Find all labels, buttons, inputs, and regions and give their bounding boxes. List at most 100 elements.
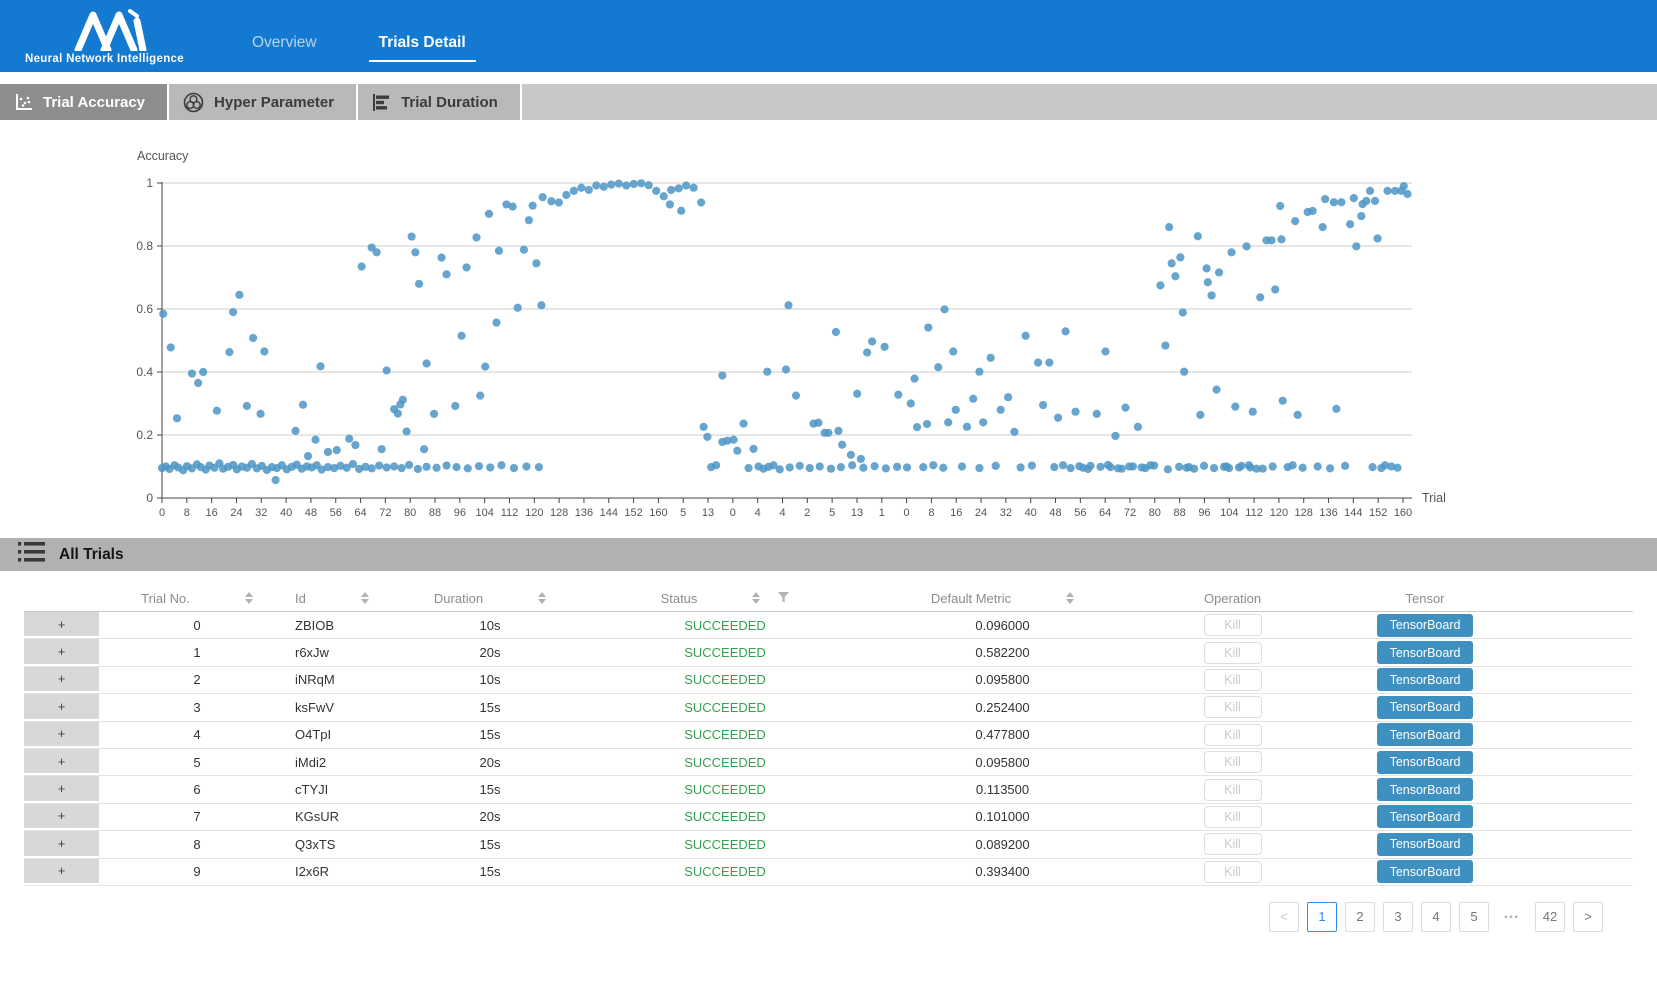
scatter-point[interactable]	[1059, 461, 1067, 469]
scatter-point[interactable]	[1400, 182, 1408, 190]
scatter-point[interactable]	[859, 464, 867, 472]
scatter-point[interactable]	[485, 210, 493, 218]
scatter-point[interactable]	[1366, 187, 1374, 195]
page-button-5[interactable]: 5	[1459, 902, 1489, 932]
scatter-point[interactable]	[1357, 212, 1365, 220]
scatter-point[interactable]	[1276, 202, 1284, 210]
scatter-point[interactable]	[1299, 464, 1307, 472]
scatter-point[interactable]	[403, 427, 411, 435]
scatter-point[interactable]	[1362, 197, 1370, 205]
scatter-point[interactable]	[430, 410, 438, 418]
scatter-point[interactable]	[1271, 285, 1279, 293]
scatter-point[interactable]	[749, 445, 757, 453]
expand-row-button[interactable]: +	[24, 694, 99, 720]
scatter-point[interactable]	[782, 365, 790, 373]
scatter-point[interactable]	[952, 406, 960, 414]
scatter-point[interactable]	[1235, 463, 1243, 471]
scatter-point[interactable]	[1210, 464, 1218, 472]
scatter-point[interactable]	[1204, 278, 1212, 286]
scatter-point[interactable]	[847, 451, 855, 459]
scatter-point[interactable]	[1196, 411, 1204, 419]
scatter-point[interactable]	[1061, 327, 1069, 335]
scatter-point[interactable]	[311, 436, 319, 444]
scatter-point[interactable]	[637, 179, 645, 187]
scatter-point[interactable]	[1194, 232, 1202, 240]
scatter-point[interactable]	[1277, 235, 1285, 243]
scatter-point[interactable]	[1289, 461, 1297, 469]
expand-row-button[interactable]: +	[24, 776, 99, 802]
scatter-point[interactable]	[475, 462, 483, 470]
scatter-point[interactable]	[1309, 207, 1317, 215]
scatter-point[interactable]	[495, 247, 503, 255]
scatter-point[interactable]	[1330, 198, 1338, 206]
scatter-point[interactable]	[1028, 461, 1036, 469]
scatter-point[interactable]	[1075, 462, 1083, 470]
scatter-point[interactable]	[880, 343, 888, 351]
page-button-3[interactable]: 3	[1383, 902, 1413, 932]
scatter-point[interactable]	[1222, 462, 1230, 470]
scatter-point[interactable]	[913, 423, 921, 431]
scatter-point[interactable]	[919, 463, 927, 471]
scatter-point[interactable]	[827, 465, 835, 473]
scatter-point[interactable]	[570, 187, 578, 195]
kill-button[interactable]: Kill	[1204, 724, 1262, 746]
expand-row-button[interactable]: +	[24, 831, 99, 857]
expand-row-button[interactable]: +	[24, 612, 99, 638]
scatter-point[interactable]	[1242, 242, 1250, 250]
scatter-point[interactable]	[1180, 368, 1188, 376]
scatter-point[interactable]	[703, 433, 711, 441]
column-header-metric[interactable]: Default Metric	[890, 591, 1115, 606]
scatter-point[interactable]	[893, 463, 901, 471]
scatter-point[interactable]	[894, 391, 902, 399]
nav-tab-overview[interactable]: Overview	[252, 34, 317, 62]
scatter-point[interactable]	[729, 436, 737, 444]
scatter-point[interactable]	[229, 308, 237, 316]
scatter-point[interactable]	[375, 461, 383, 469]
scatter-point[interactable]	[792, 392, 800, 400]
scatter-point[interactable]	[700, 423, 708, 431]
scatter-point[interactable]	[622, 181, 630, 189]
tab-trial-accuracy[interactable]: Trial Accuracy	[0, 84, 169, 120]
scatter-point[interactable]	[1383, 187, 1391, 195]
scatter-point[interactable]	[442, 461, 450, 469]
tensorboard-button[interactable]: TensorBoard	[1377, 723, 1473, 746]
tab-trial-duration[interactable]: Trial Duration	[358, 84, 522, 120]
expand-row-button[interactable]: +	[24, 749, 99, 775]
kill-button[interactable]: Kill	[1204, 669, 1262, 691]
scatter-point[interactable]	[442, 270, 450, 278]
scatter-point[interactable]	[645, 181, 653, 189]
tensorboard-button[interactable]: TensorBoard	[1377, 641, 1473, 664]
scatter-point[interactable]	[260, 347, 268, 355]
scatter-point[interactable]	[1259, 465, 1267, 473]
scatter-point[interactable]	[697, 198, 705, 206]
scatter-point[interactable]	[1004, 393, 1012, 401]
scatter-point[interactable]	[351, 441, 359, 449]
scatter-point[interactable]	[1183, 464, 1191, 472]
scatter-point[interactable]	[666, 200, 674, 208]
scatter-point[interactable]	[1403, 190, 1411, 198]
sort-icon[interactable]	[1066, 592, 1074, 604]
scatter-point[interactable]	[1168, 259, 1176, 267]
scatter-point[interactable]	[682, 181, 690, 189]
scatter-point[interactable]	[882, 464, 890, 472]
tensorboard-button[interactable]: TensorBoard	[1377, 751, 1473, 774]
scatter-point[interactable]	[939, 464, 947, 472]
scatter-point[interactable]	[316, 362, 324, 370]
scatter-point[interactable]	[509, 203, 517, 211]
scatter-point[interactable]	[733, 447, 741, 455]
tensorboard-button[interactable]: TensorBoard	[1377, 805, 1473, 828]
tensorboard-button[interactable]: TensorBoard	[1377, 778, 1473, 801]
scatter-point[interactable]	[934, 363, 942, 371]
scatter-point[interactable]	[1227, 248, 1235, 256]
scatter-point[interactable]	[243, 402, 251, 410]
scatter-point[interactable]	[1050, 463, 1058, 471]
scatter-point[interactable]	[188, 369, 196, 377]
scatter-point[interactable]	[1249, 408, 1257, 416]
scatter-point[interactable]	[814, 419, 822, 427]
scatter-point[interactable]	[1156, 281, 1164, 289]
scatter-point[interactable]	[1150, 461, 1158, 469]
scatter-point[interactable]	[744, 464, 752, 472]
scatter-point[interactable]	[1326, 464, 1334, 472]
scatter-point[interactable]	[739, 420, 747, 428]
scatter-point[interactable]	[929, 461, 937, 469]
